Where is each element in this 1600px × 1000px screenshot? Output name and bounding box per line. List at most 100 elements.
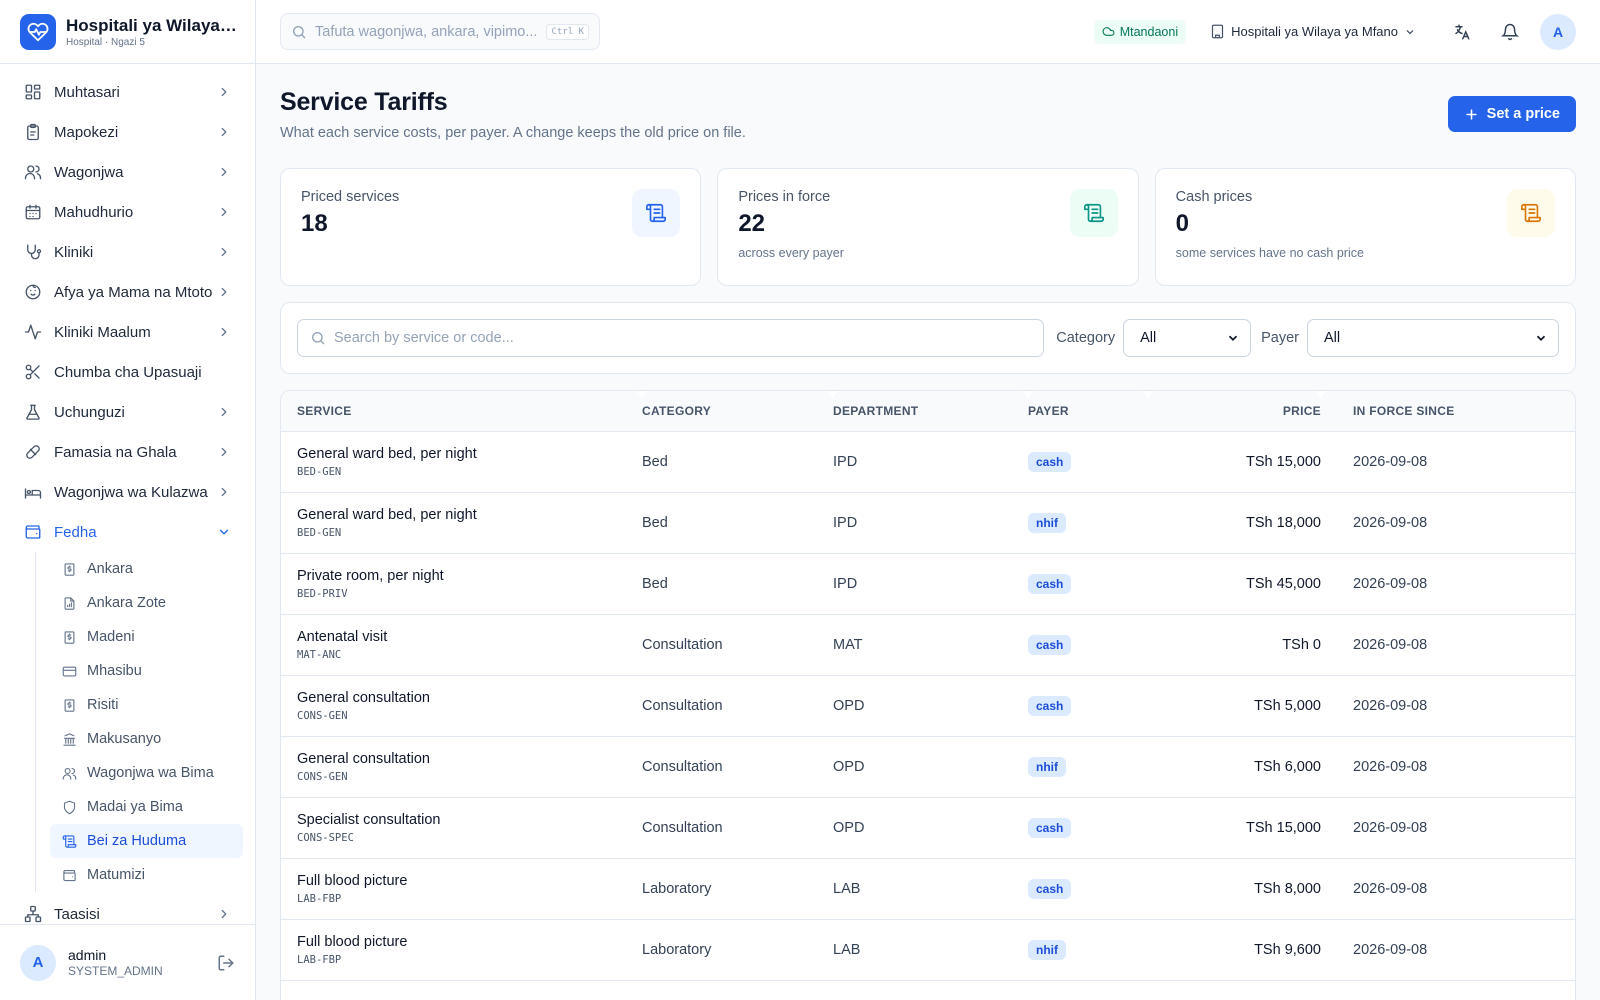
- service-price: TSh 45,000: [1148, 553, 1321, 615]
- stat-value: 22: [738, 210, 766, 237]
- payer-badge: cash: [1028, 817, 1072, 838]
- table-row[interactable]: General consultation CONS-GEN Consultation…: [281, 736, 1575, 798]
- subnav-item-risiti[interactable]: Risiti: [50, 688, 243, 722]
- header-avatar[interactable]: A: [1540, 13, 1576, 50]
- sidebar-item-wagonjwa[interactable]: Wagonjwa: [0, 152, 255, 192]
- col-department[interactable]: DEPARTMENT: [833, 391, 1028, 432]
- top-bar: Tafuta wagonjwa, ankara, vipimo... Ctrl …: [256, 0, 1600, 64]
- sidebar-item-afya-ya-mama-na-mtoto[interactable]: Afya ya Mama na Mtoto: [0, 272, 255, 312]
- table-row[interactable]: Antenatal visit MAT-ANC Consultation MAT cas…: [281, 614, 1575, 676]
- tariffs-table: SERVICE CATEGORY DEPARTMENT PAYER PRICE …: [281, 391, 1575, 1000]
- scroll-icon: [1506, 189, 1555, 237]
- table-row[interactable]: Private room, per night BED-PRIV Bed IPD cas…: [281, 553, 1575, 615]
- subnav-item-bei-za-huduma[interactable]: Bei za Huduma: [50, 824, 243, 858]
- in-force-since: 2026-09-08: [1321, 492, 1575, 554]
- facility-switcher[interactable]: Hospitali ya Wilaya ya Mfano: [1210, 24, 1416, 39]
- sidebar-item-mahudhurio[interactable]: Mahudhurio: [0, 192, 255, 232]
- facility-name: Hospitali ya Wilaya ya Mfano: [1231, 24, 1398, 39]
- in-force-since: [1321, 980, 1575, 1000]
- file-icon: [64, 596, 75, 610]
- stat-label: Prices in force: [738, 189, 831, 205]
- service-price: TSh 5,000: [1148, 675, 1321, 737]
- stat-card-cash-prices: Cash prices 0 some services have no cash p…: [1154, 168, 1576, 286]
- global-search[interactable]: Tafuta wagonjwa, ankara, vipimo... Ctrl …: [280, 13, 600, 50]
- service-price: TSh 18,000: [1148, 492, 1321, 554]
- service-code: LAB-FBP: [297, 953, 342, 966]
- subnav-item-makusanyo[interactable]: Makusanyo: [50, 722, 243, 756]
- service-category: Bed: [642, 553, 833, 615]
- payer-select[interactable]: All: [1307, 319, 1559, 357]
- language-button[interactable]: [1444, 14, 1480, 50]
- service-code: CONS-SPEC: [297, 831, 354, 844]
- tariffs-table-card: SERVICE CATEGORY DEPARTMENT PAYER PRICE …: [280, 390, 1576, 1000]
- sidebar-item-kliniki[interactable]: Kliniki: [0, 232, 255, 272]
- online-status-badge: Mtandaoni: [1093, 19, 1187, 44]
- subnav-item-mhasibu[interactable]: Mhasibu: [50, 654, 243, 688]
- payer-select-value: All: [1324, 330, 1341, 346]
- table-row[interactable]: Malaria rapid test: [281, 980, 1575, 1000]
- col-in-force-since[interactable]: IN FORCE SINCE: [1321, 391, 1575, 432]
- table-row[interactable]: General consultation CONS-GEN Consultation…: [281, 675, 1575, 737]
- in-force-since: 2026-09-08: [1321, 614, 1575, 676]
- subnav-item-label: Madeni: [87, 629, 135, 645]
- chevron-right-icon: [221, 167, 227, 177]
- set-price-button[interactable]: Set a price: [1447, 96, 1576, 132]
- payer-badge: nhif: [1028, 512, 1066, 533]
- brand[interactable]: Hospitali ya Wilaya ya Mfano Hospital · …: [0, 0, 255, 64]
- sidebar-item-label: Afya ya Mama na Mtoto: [54, 283, 213, 301]
- chevron-right-icon: [221, 287, 227, 297]
- notifications-button[interactable]: [1492, 14, 1528, 50]
- avatar[interactable]: A: [20, 944, 56, 981]
- clipboard-icon: [27, 123, 39, 141]
- subnav-item-label: Matumizi: [87, 867, 146, 883]
- category-select[interactable]: All: [1123, 319, 1252, 357]
- logout-icon[interactable]: [217, 954, 235, 972]
- col-category[interactable]: CATEGORY: [642, 391, 833, 432]
- subnav-item-madai-ya-bima[interactable]: Madai ya Bima: [50, 790, 243, 824]
- table-row[interactable]: General ward bed, per night BED-GEN Bed IPD…: [281, 492, 1575, 554]
- subnav-item-ankara-zote[interactable]: Ankara Zote: [50, 586, 243, 620]
- tariff-search-input[interactable]: [334, 330, 1032, 346]
- in-force-since: 2026-09-08: [1321, 919, 1575, 981]
- chevron-right-icon: [221, 247, 227, 257]
- service-category: Bed: [642, 431, 833, 493]
- col-service[interactable]: SERVICE: [281, 391, 642, 432]
- sidebar-item-famasia-na-ghala[interactable]: Famasia na Ghala: [0, 432, 255, 472]
- table-row[interactable]: Full blood picture LAB-FBP Laboratory LAB ca…: [281, 858, 1575, 920]
- service-category: Consultation: [642, 797, 833, 859]
- sidebar-item-mapokezi[interactable]: Mapokezi: [0, 112, 255, 152]
- sidebar-item-muhtasari[interactable]: Muhtasari: [0, 72, 255, 112]
- col-payer[interactable]: PAYER: [1028, 391, 1148, 432]
- table-row[interactable]: Full blood picture LAB-FBP Laboratory LAB nh…: [281, 919, 1575, 981]
- chevron-down-icon: [1406, 29, 1414, 34]
- service-department: LAB: [833, 919, 1028, 981]
- sidebar-item-uchunguzi[interactable]: Uchunguzi: [0, 392, 255, 432]
- global-search-placeholder: Tafuta wagonjwa, ankara, vipimo...: [315, 23, 538, 40]
- in-force-since: 2026-09-08: [1321, 736, 1575, 798]
- users-icon: [62, 767, 77, 780]
- service-department: IPD: [833, 553, 1028, 615]
- table-row[interactable]: General ward bed, per night BED-GEN Bed IPD…: [281, 431, 1575, 493]
- sidebar-item-label: Famasia na Ghala: [54, 443, 177, 461]
- subnav-item-label: Makusanyo: [87, 731, 162, 747]
- service-department: [833, 980, 1028, 1000]
- table-row[interactable]: Specialist consultation CONS-SPEC Consulta…: [281, 797, 1575, 859]
- subnav-item-wagonjwa-wa-bima[interactable]: Wagonjwa wa Bima: [50, 756, 243, 790]
- sidebar-item-kliniki-maalum[interactable]: Kliniki Maalum: [0, 312, 255, 352]
- col-price[interactable]: PRICE: [1148, 391, 1321, 432]
- tariff-search[interactable]: [297, 319, 1045, 357]
- subnav-item-madeni[interactable]: Madeni: [50, 620, 243, 654]
- subnav-item-label: Ankara Zote: [87, 595, 166, 611]
- sidebar-item-fedha[interactable]: Fedha: [0, 512, 255, 552]
- cloud-icon: [1102, 27, 1115, 36]
- service-code: CONS-GEN: [297, 770, 348, 783]
- subnav-item-matumizi[interactable]: Matumizi: [50, 858, 243, 892]
- card-icon: [62, 666, 77, 676]
- sidebar-item-wagonjwa-wa-kulazwa[interactable]: Wagonjwa wa Kulazwa: [0, 472, 255, 512]
- sidebar-item-label: Mahudhurio: [54, 203, 134, 221]
- sidebar-item-label: Wagonjwa: [54, 163, 124, 181]
- subnav-item-ankara[interactable]: Ankara: [50, 552, 243, 586]
- sidebar-item-chumba-cha-upasuaji[interactable]: Chumba cha Upasuaji: [0, 352, 255, 392]
- brand-name: Hospitali ya Wilaya ya Mfano: [66, 15, 235, 35]
- subnav-item-label: Ankara: [87, 561, 133, 577]
